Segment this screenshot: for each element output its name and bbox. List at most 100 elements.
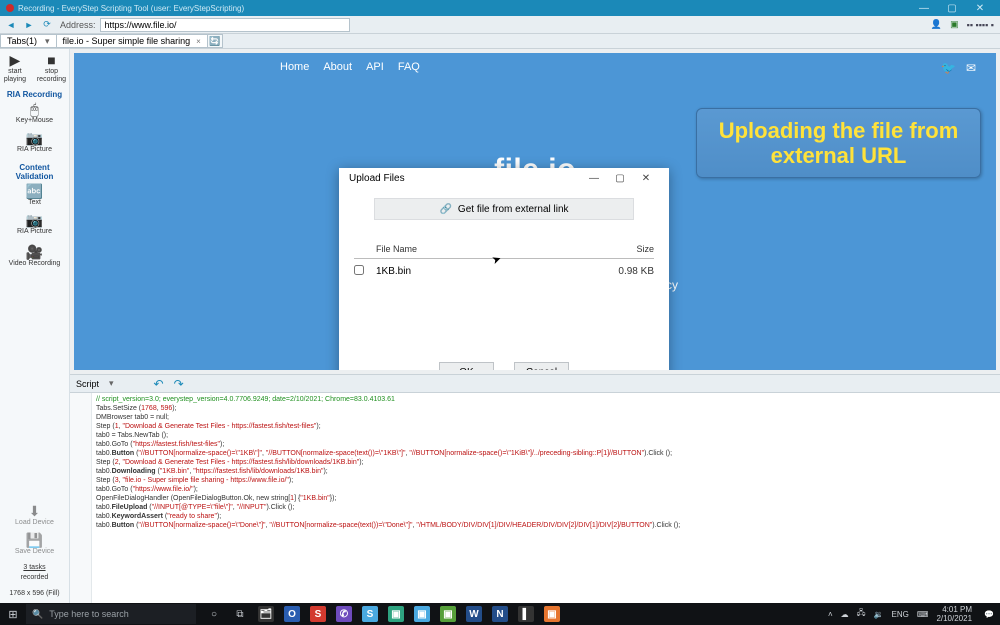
browser-viewport: Home About API FAQ 🐦 ✉ file.io olicy Upl… [70, 49, 1000, 374]
user-icon[interactable]: 👤 [931, 19, 942, 30]
word-icon[interactable]: W [466, 606, 482, 622]
tabs-selector[interactable]: Tabs(1) ▾ [0, 34, 57, 48]
redo-icon[interactable]: ↷ [174, 377, 184, 391]
skype-icon[interactable]: S [362, 606, 378, 622]
ria-picture-button-2[interactable]: 📷 RIA Picture [17, 213, 52, 236]
explorer-icon[interactable]: 🗂 [258, 606, 274, 622]
text-validation-button[interactable]: 🔤 Text [26, 184, 43, 207]
window-titlebar: Recording - EveryStep Scripting Tool (us… [0, 0, 1000, 16]
search-icon: 🔍 [32, 609, 43, 620]
app-green-1-icon[interactable]: ▣ [388, 606, 404, 622]
site-nav-about[interactable]: About [323, 61, 352, 73]
camera-icon: 📷 [26, 131, 43, 145]
sidebar-status: 3 tasksrecorded 1768 x 596 (Fill) [9, 559, 59, 603]
tray-volume-icon[interactable]: 🔉 [874, 610, 884, 619]
app-green-2-icon[interactable]: ▣ [440, 606, 456, 622]
site-nav-api[interactable]: API [366, 61, 384, 73]
tab-bar: Tabs(1) ▾ file.io - Super simple file sh… [0, 34, 1000, 49]
viewport-size-label: 1768 x 596 (Fill) [9, 589, 59, 599]
col-file-name: File Name [376, 244, 594, 254]
tab-close-icon[interactable]: × [196, 37, 201, 46]
start-button[interactable]: ⊞ [0, 608, 26, 621]
ria-picture-button-1[interactable]: 📷 RIA Picture [17, 131, 52, 154]
file-row-size: 0.98 KB [594, 266, 654, 277]
nav-back-icon[interactable]: ◄ [4, 18, 18, 32]
window-title: Recording - EveryStep Scripting Tool (us… [18, 4, 244, 13]
dialog-titlebar: Upload Files — ▢ ✕ [339, 168, 669, 188]
tasks-recorded-link[interactable]: 3 tasks [23, 564, 45, 571]
site-nav-faq[interactable]: FAQ [398, 61, 420, 73]
notifications-icon[interactable]: 💬 [984, 610, 994, 619]
app-sky-icon[interactable]: ▣ [414, 606, 430, 622]
twitter-icon[interactable]: 🐦 [941, 61, 956, 75]
upload-files-dialog: Upload Files — ▢ ✕ 🔗Get file from extern… [339, 168, 669, 370]
save-device-button[interactable]: 💾 Save Device [15, 533, 54, 556]
add-tab-button[interactable]: 🔄 [207, 34, 223, 48]
code-area[interactable]: // script_version=3.0; everystep_version… [92, 393, 1000, 603]
nav-forward-icon[interactable]: ► [22, 18, 36, 32]
start-playing-button[interactable]: ▶ start playing [0, 53, 30, 84]
cortana-icon[interactable]: ○ [206, 606, 222, 622]
dialog-maximize-button[interactable]: ▢ [607, 173, 633, 184]
site-nav: Home About API FAQ [280, 61, 420, 73]
video-recording-button[interactable]: 🎥 Video Recording [9, 245, 61, 268]
camera-icon: 📷 [26, 213, 43, 227]
site-nav-home[interactable]: Home [280, 61, 309, 73]
address-bar: ◄ ► ⟳ Address: 👤 ▣ ▪▪ ▪▪▪▪ ▪ [0, 16, 1000, 34]
load-device-button[interactable]: ⬇ Load Device [15, 504, 54, 527]
tabs-selector-label: Tabs(1) [7, 36, 37, 46]
nav-reload-icon[interactable]: ⟳ [40, 18, 54, 32]
window-minimize-button[interactable]: — [910, 3, 938, 14]
tray-network-icon[interactable]: 🖧 [857, 607, 866, 621]
taskbar-search[interactable]: 🔍 Type here to search [26, 604, 196, 624]
app-s-icon[interactable]: S [310, 606, 326, 622]
link-icon: 🔗 [439, 204, 451, 215]
windows-taskbar: ⊞ 🔍 Type here to search ○ ⧉ 🗂 O S ✆ S ▣ … [0, 603, 1000, 625]
dialog-title-label: Upload Files [349, 173, 405, 184]
browser-tab-active[interactable]: file.io - Super simple file sharing × [56, 34, 208, 48]
video-icon: 🎥 [26, 245, 43, 259]
table-row[interactable]: 1KB.bin 0.98 KB [354, 259, 654, 284]
outlook-icon[interactable]: O [284, 606, 300, 622]
key-mouse-button[interactable]: 🖱 Key+Mouse [16, 102, 53, 125]
script-toolbar: Script ▾ ↶ ↷ [70, 374, 1000, 392]
dialog-minimize-button[interactable]: — [581, 173, 607, 184]
chevron-down-icon[interactable]: ▾ [109, 378, 114, 389]
file-table: File Name Size 1KB.bin 0.98 KB [354, 240, 654, 284]
tutorial-callout: Uploading the file from external URL [696, 108, 981, 178]
browser-tab-label: file.io - Super simple file sharing [63, 36, 191, 46]
viber-icon[interactable]: ✆ [336, 606, 352, 622]
window-maximize-button[interactable]: ▢ [938, 3, 966, 14]
record-icon [6, 4, 14, 12]
chevron-down-icon: ▾ [45, 36, 50, 47]
play-icon: ▶ [10, 53, 21, 67]
address-input[interactable] [100, 18, 350, 32]
stop-recording-button[interactable]: ■ stop recording [34, 53, 69, 84]
get-file-external-button[interactable]: 🔗Get file from external link [374, 198, 634, 220]
text-icon: 🔤 [26, 184, 43, 198]
save-icon: 💾 [26, 533, 43, 547]
tray-keyboard-icon[interactable]: ⌨ [917, 610, 929, 619]
ok-button[interactable]: OK [439, 362, 494, 370]
undo-icon[interactable]: ↶ [154, 377, 164, 391]
onenote-icon[interactable]: N [492, 606, 508, 622]
dialog-close-button[interactable]: ✕ [633, 173, 659, 184]
app-dark-icon[interactable]: ▌ [518, 606, 534, 622]
taskview-icon[interactable]: ⧉ [232, 606, 248, 622]
app-orange-icon[interactable]: ▣ [544, 606, 560, 622]
script-pane: // script_version=3.0; everystep_version… [70, 392, 1000, 603]
file-row-checkbox[interactable] [354, 265, 364, 275]
tray-language[interactable]: ENG [892, 610, 909, 619]
mail-icon[interactable]: ✉ [966, 61, 976, 75]
taskbar-clock[interactable]: 4:01 PM 2/10/2021 [936, 605, 976, 623]
left-sidebar: ▶ start playing ■ stop recording RIA Rec… [0, 49, 70, 603]
col-size: Size [594, 244, 654, 254]
tray-chevron-icon[interactable]: ˄ [828, 610, 833, 619]
address-label: Address: [60, 20, 96, 30]
device-icon[interactable]: ▣ [950, 19, 959, 30]
window-close-button[interactable]: ✕ [966, 3, 994, 14]
taskbar-apps: ○ ⧉ 🗂 O S ✆ S ▣ ▣ ▣ W N ▌ ▣ [206, 606, 560, 622]
script-label: Script [76, 379, 99, 389]
cancel-button[interactable]: Cancel [514, 362, 569, 370]
tray-cloud-icon[interactable]: ☁ [841, 610, 849, 619]
